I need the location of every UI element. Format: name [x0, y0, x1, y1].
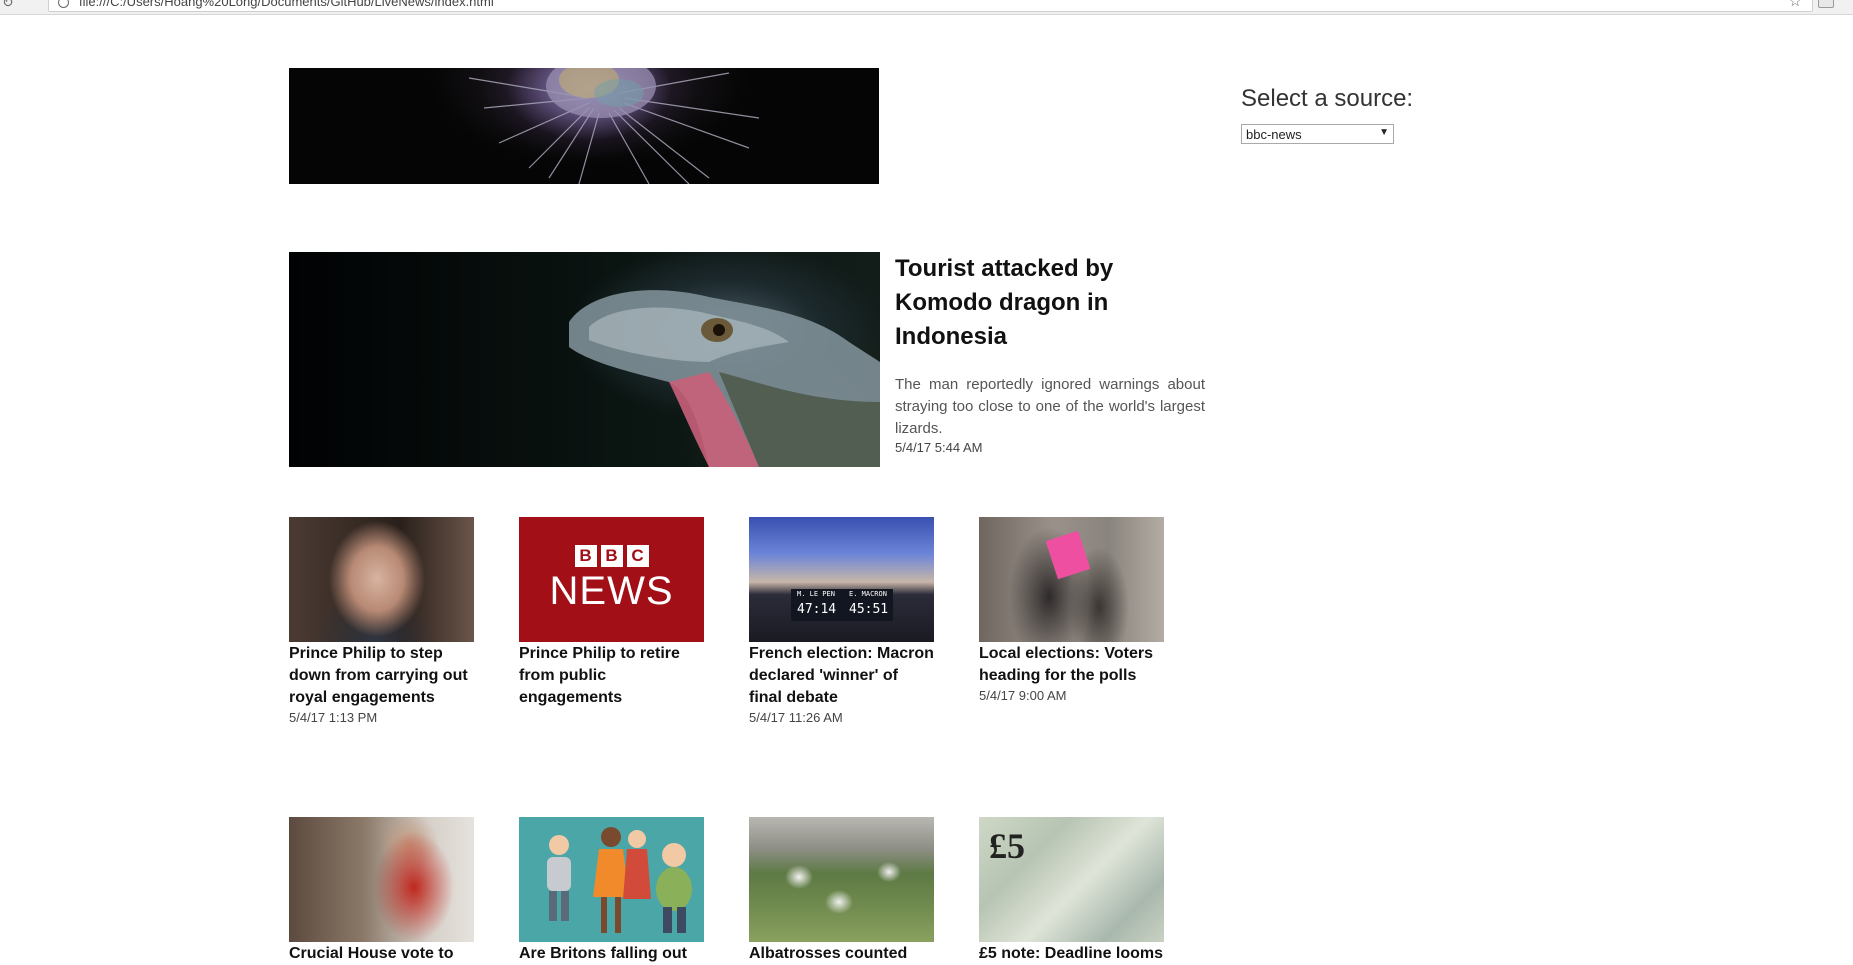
article-title[interactable]: Prince Philip to retire from public enga…: [519, 643, 704, 709]
article-title[interactable]: Crucial House vote to: [289, 943, 474, 965]
article-thumbnail[interactable]: [519, 817, 704, 942]
source-label: Select a source:: [1241, 85, 1414, 112]
star-icon[interactable]: ☆: [1789, 0, 1802, 10]
browser-toolbar: ↻ file:///C:/Users/Hoang%20Long/Document…: [0, 0, 1853, 15]
article-card[interactable]: Local elections: Voters heading for the …: [979, 517, 1164, 703]
debate-name: E. MACRON: [849, 590, 887, 598]
source-selected-value: bbc-news: [1246, 127, 1302, 142]
article-card[interactable]: Prince Philip to step down from carrying…: [289, 517, 474, 725]
article-thumbnail[interactable]: B B C NEWS: [519, 517, 704, 642]
bbc-news-text: NEWS: [549, 569, 674, 613]
article-thumbnail[interactable]: [289, 517, 474, 642]
debate-name: M. LE PEN: [797, 590, 835, 598]
article-thumbnail[interactable]: [289, 817, 474, 942]
article-thumbnail[interactable]: M. LE PEN E. MACRON 47:14 45:51: [749, 517, 934, 642]
banner-image: [289, 68, 879, 184]
info-icon[interactable]: [58, 0, 69, 8]
featured-title[interactable]: Tourist attacked by Komodo dragon in Ind…: [895, 252, 1215, 354]
featured-description: The man reportedly ignored warnings abou…: [895, 376, 1205, 437]
bbc-news-logo: B B C NEWS: [519, 545, 704, 614]
article-time: 5/4/17 1:13 PM: [289, 710, 378, 725]
article-time: 5/4/17 9:00 AM: [979, 688, 1067, 703]
featured-image[interactable]: [289, 252, 880, 467]
article-thumbnail[interactable]: [749, 817, 934, 942]
source-select[interactable]: bbc-news ▼: [1241, 124, 1394, 144]
article-card[interactable]: Crucial House vote to: [289, 817, 474, 965]
bbc-letter: B: [600, 545, 623, 567]
debate-timer: 47:14: [797, 602, 837, 617]
article-card[interactable]: M. LE PEN E. MACRON 47:14 45:51 French e…: [749, 517, 934, 725]
article-title[interactable]: Prince Philip to step down from carrying…: [289, 643, 474, 709]
article-time: 5/4/17 11:26 AM: [749, 710, 843, 725]
debate-timer: 45:51: [849, 602, 889, 617]
article-thumbnail[interactable]: [979, 517, 1164, 642]
extension-icon[interactable]: [1818, 0, 1834, 8]
article-card[interactable]: Are Britons falling out: [519, 817, 704, 965]
polls-sign: [1045, 530, 1091, 580]
banknote-value: £5: [989, 826, 1025, 866]
reload-icon[interactable]: ↻: [2, 0, 14, 11]
article-title[interactable]: Local elections: Voters heading for the …: [979, 643, 1164, 687]
featured-time: 5/4/17 5:44 AM: [895, 440, 983, 455]
article-title[interactable]: Are Britons falling out: [519, 943, 704, 965]
chevron-down-icon: ▼: [1379, 127, 1389, 138]
article-title[interactable]: £5 note: Deadline looms: [979, 943, 1164, 965]
article-card[interactable]: £5 £5 note: Deadline looms: [979, 817, 1164, 965]
article-title[interactable]: Albatrosses counted: [749, 943, 934, 965]
article-card[interactable]: B B C NEWS Prince Philip to retire from …: [519, 517, 704, 710]
address-bar[interactable]: file:///C:/Users/Hoang%20Long/Documents/…: [48, 0, 1813, 12]
bbc-letter: C: [626, 545, 649, 567]
article-card[interactable]: Albatrosses counted: [749, 817, 934, 965]
url-text[interactable]: file:///C:/Users/Hoang%20Long/Documents/…: [79, 0, 494, 9]
article-thumbnail[interactable]: £5: [979, 817, 1164, 942]
debate-timer-screen: M. LE PEN E. MACRON 47:14 45:51: [791, 589, 893, 621]
article-title[interactable]: French election: Macron declared 'winner…: [749, 643, 934, 709]
bbc-letter: B: [574, 545, 597, 567]
